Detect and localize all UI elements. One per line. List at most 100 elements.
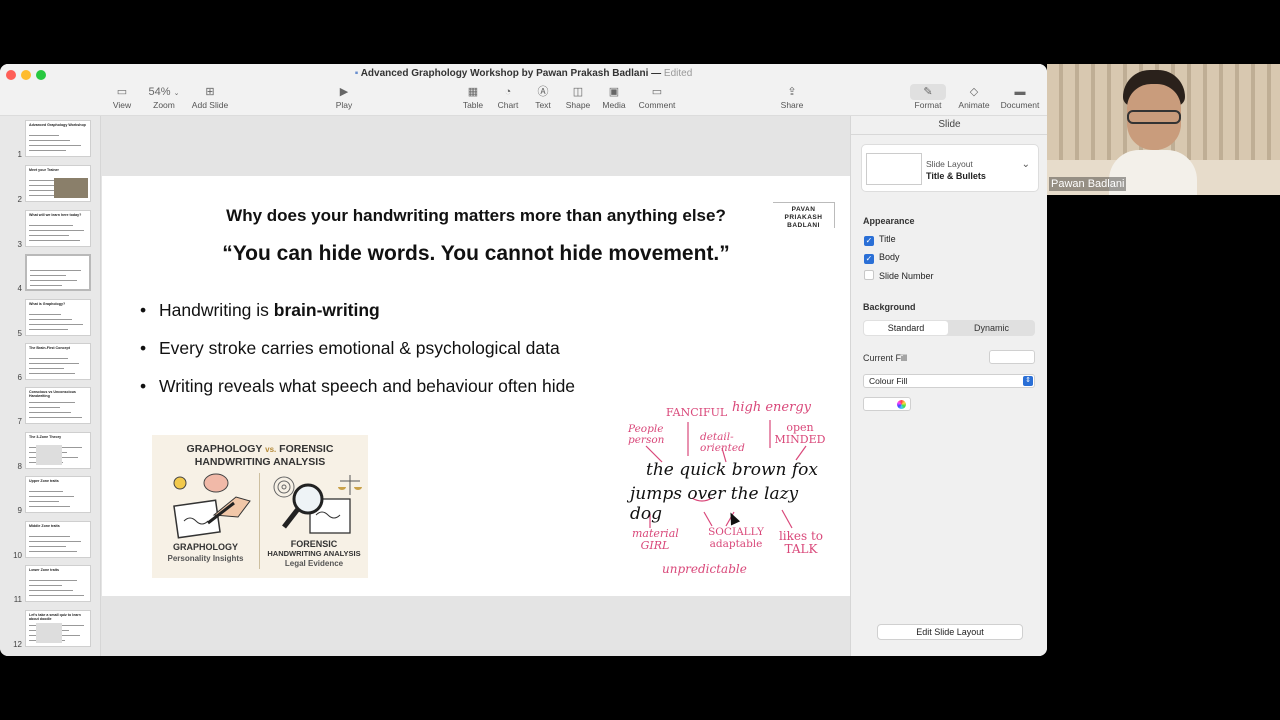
thumbnail-title: Middle Zone traits <box>29 524 60 528</box>
slide-number: 4 <box>17 284 22 293</box>
title-checkbox[interactable]: ✓ Title <box>864 234 896 246</box>
thumbnail-title: The 3-Zone Theory <box>29 435 62 439</box>
dynamic-segment[interactable]: Dynamic <box>949 321 1034 335</box>
bullet-list[interactable]: Handwriting is brain-writing Every strok… <box>140 300 575 414</box>
add-slide-button[interactable]: ⊞ Add Slide <box>190 84 230 110</box>
empty-checkbox-icon <box>864 270 874 280</box>
thumbnail-image <box>36 623 62 643</box>
handwriting-line-1: the quick brown fox <box>646 460 819 480</box>
divider <box>851 134 1047 135</box>
chevron-down-icon: ⌄ <box>1021 159 1030 170</box>
edit-slide-layout-button[interactable]: Edit Slide Layout <box>877 624 1023 640</box>
slide-thumbnail[interactable]: What is Graphology? <box>25 299 91 336</box>
view-button[interactable]: ▭ View <box>112 84 132 110</box>
slide-thumbnail[interactable]: The 3-Zone Theory <box>25 432 91 469</box>
comment-icon: ▭ <box>651 86 663 98</box>
thumbnail-title: Advanced Graphology Workshop <box>29 123 86 127</box>
thumbnail-line <box>29 412 71 413</box>
thumbnail-line <box>30 280 77 281</box>
bullet-item: Every stroke carries emotional & psychol… <box>140 338 575 376</box>
slide-question[interactable]: Why does your handwriting matters more t… <box>102 206 850 226</box>
standard-segment[interactable]: Standard <box>864 321 948 335</box>
forensic-illustration <box>273 475 362 534</box>
body-checkbox[interactable]: ✓ Body <box>864 252 900 264</box>
current-slide[interactable]: Why does your handwriting matters more t… <box>102 176 850 596</box>
shape-icon: ◫ <box>572 86 584 98</box>
slide-number: 5 <box>17 329 22 338</box>
fill-type-select[interactable]: Colour Fill ⇕ <box>863 374 1035 388</box>
thumbnail-line <box>29 329 68 330</box>
participant-name: Pawan Badlani <box>1049 177 1127 191</box>
slide-thumbnail[interactable]: Meet your Trainer <box>25 165 91 202</box>
document-panel-icon: ▬ <box>1014 86 1026 98</box>
inspector-panel: Slide Slide Layout Title & Bullets ⌄ App… <box>850 116 1047 656</box>
current-fill-swatch[interactable] <box>989 350 1035 364</box>
slide-thumbnail[interactable]: Conscious vs Unconscious Handwriting <box>25 387 91 424</box>
text-button[interactable]: Ⓐ Text <box>532 84 554 110</box>
trait-socially-adaptable: SOCIALLY adaptable <box>708 526 764 550</box>
thumbnail-line <box>30 285 62 286</box>
layout-name: Title & Bullets <box>926 171 986 181</box>
slide-thumbnail[interactable]: What will we learn here today? <box>25 210 91 247</box>
graphology-illustration <box>173 473 251 539</box>
slide-thumbnail[interactable]: Middle Zone traits <box>25 521 91 558</box>
shape-button[interactable]: ◫ Shape <box>564 84 592 110</box>
table-icon: ▦ <box>467 86 479 98</box>
inspector-tab-slide[interactable]: Slide <box>851 119 1047 130</box>
thumbnail-title <box>30 258 90 267</box>
graphology-vs-forensic-image[interactable]: GRAPHOLOGY vs. FORENSIC HANDWRITING ANAL… <box>152 435 368 578</box>
chart-button[interactable]: ◔ Chart <box>496 84 520 110</box>
table-button[interactable]: ▦ Table <box>462 84 484 110</box>
video-tile[interactable]: Pawan Badlani <box>1047 64 1280 195</box>
forensic-sublabel: Legal Evidence <box>284 559 344 568</box>
share-icon: ⇪ <box>787 86 797 98</box>
thumbnail-line <box>29 407 60 408</box>
thumbnail-line <box>29 546 66 547</box>
thumbnail-line <box>29 551 77 552</box>
thumbnail-title: What is Graphology? <box>29 302 66 306</box>
document-icon: ▪ <box>354 68 359 79</box>
document-button[interactable]: ▬ Document <box>998 84 1042 110</box>
slide-thumbnail[interactable]: The Brain-First Concept <box>25 343 91 380</box>
bullet-item: Writing reveals what speech and behaviou… <box>140 376 575 414</box>
handwriting-traits-image[interactable]: FANCIFUL high energy People person detai… <box>622 398 832 580</box>
slide-thumbnail[interactable]: Lower Zone traits <box>25 565 91 602</box>
thumbnail-title: Meet your Trainer <box>29 168 59 172</box>
thumbnail-line <box>29 417 82 418</box>
thumbnail-line <box>29 536 70 537</box>
media-icon: ▣ <box>608 86 620 98</box>
format-button[interactable]: ✎ Format <box>910 84 946 110</box>
slide-number: 11 <box>13 595 22 604</box>
slide-number: 9 <box>17 506 22 515</box>
trait-material-girl: material GIRL <box>632 527 679 552</box>
color-wheel-icon <box>897 400 906 409</box>
add-slide-icon: ⊞ <box>205 86 215 98</box>
scales-icon <box>338 475 362 495</box>
slide-thumbnail[interactable]: Advanced Graphology Workshop <box>25 120 91 157</box>
slide-thumbnail[interactable]: Upper Zone traits <box>25 476 91 513</box>
chart-icon: ◔ <box>504 86 512 98</box>
share-button[interactable]: ⇪ Share <box>779 84 805 110</box>
slide-number-checkbox[interactable]: Slide Number <box>864 270 934 281</box>
color-well[interactable] <box>863 397 911 411</box>
slide-navigator[interactable]: 1 Advanced Graphology Workshop 2 Meet your … <box>0 116 101 656</box>
zoom-button[interactable]: 54% ⌄ Zoom <box>146 84 182 110</box>
media-button[interactable]: ▣ Media <box>601 84 627 110</box>
slide-number: 10 <box>13 551 22 560</box>
thumbnail-line <box>29 135 59 136</box>
play-button[interactable]: ▶ Play <box>334 84 354 110</box>
slide-number: 6 <box>17 373 22 382</box>
slide-thumbnail[interactable]: Let's take a small quiz to learn about d… <box>25 610 91 647</box>
thumbnail-line <box>29 314 61 315</box>
slide-number: 1 <box>17 150 22 159</box>
glasses-icon <box>1127 110 1181 124</box>
animate-button[interactable]: ◇ Animate <box>956 84 992 110</box>
slide-quote[interactable]: “You can hide words. You cannot hide mov… <box>102 242 850 266</box>
trait-open-minded: open MINDED <box>774 421 826 446</box>
slide-thumbnail[interactable] <box>25 254 91 291</box>
thumbnail-image <box>36 445 62 465</box>
brain-icon <box>203 473 229 493</box>
thumbnail-line <box>29 363 79 364</box>
comment-button[interactable]: ▭ Comment <box>637 84 677 110</box>
slide-layout-picker[interactable]: Slide Layout Title & Bullets ⌄ <box>861 144 1039 192</box>
